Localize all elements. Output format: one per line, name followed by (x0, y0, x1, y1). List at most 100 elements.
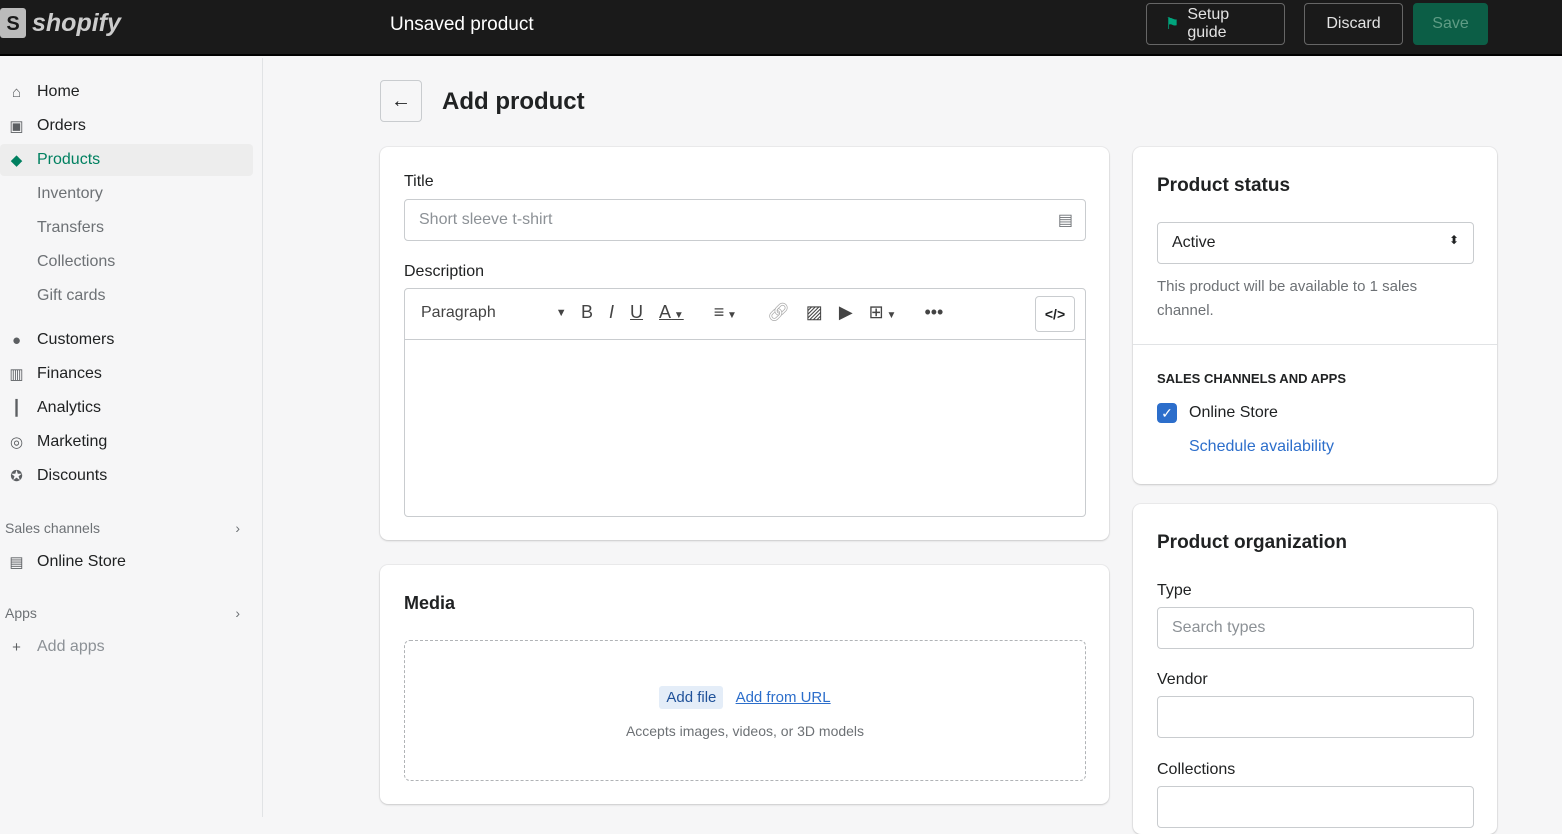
sidebar-item-finances[interactable]: ▥ Finances (0, 358, 253, 390)
discard-button[interactable]: Discard (1304, 3, 1403, 45)
media-card: Media Add file Add from URL Accepts imag… (380, 565, 1109, 804)
sidebar-item-online-store[interactable]: ▤ Online Store (0, 546, 253, 578)
chevron-right-icon: › (235, 605, 240, 621)
type-input[interactable]: Search types (1157, 607, 1474, 649)
media-hint: Accepts images, videos, or 3D models (625, 723, 865, 739)
text-color-icon[interactable]: A ▼ (659, 302, 684, 323)
save-button[interactable]: Save (1413, 3, 1488, 45)
label: Customers (37, 331, 115, 348)
tag-icon: ◆ (10, 151, 23, 169)
sidebar-item-home[interactable]: ⌂ Home (0, 76, 253, 108)
code-icon: </> (1044, 306, 1066, 322)
status-note: This product will be available to 1 sale… (1157, 278, 1418, 319)
underline-icon[interactable]: U (630, 302, 643, 323)
person-icon: ● (11, 331, 22, 349)
media-title: Media (404, 593, 456, 613)
title-input[interactable]: Short sleeve t-shirt ▤ (404, 199, 1086, 241)
shopify-bag-icon: S (0, 8, 26, 38)
value: Active (1172, 234, 1216, 251)
home-icon: ⌂ (11, 83, 22, 101)
table-icon[interactable]: ⊞ ▼ (869, 302, 897, 323)
back-button[interactable]: ← (380, 80, 422, 122)
sidebar-item-collections[interactable]: Collections (0, 246, 253, 278)
align-icon[interactable]: ≡ ▼ (714, 302, 737, 323)
add-file-button[interactable]: Add file (659, 686, 724, 709)
label: Online Store (37, 553, 126, 570)
status-select[interactable]: Active ⬍ (1157, 222, 1474, 264)
add-from-url-link[interactable]: Add from URL (736, 689, 831, 706)
arrow-left-icon: ← (391, 90, 411, 112)
label: Discounts (37, 467, 108, 484)
label: Home (37, 83, 80, 100)
link-icon[interactable]: 🔗︎ (767, 302, 790, 323)
status-title: Product status (1157, 175, 1291, 196)
label: Online Store (1189, 404, 1278, 421)
store-icon: ▤ (9, 553, 24, 571)
image-icon[interactable]: ▨ (806, 302, 823, 323)
divider (1133, 344, 1497, 345)
channels-heading: SALES CHANNELS AND APPS (1157, 371, 1347, 386)
sidebar-item-orders[interactable]: ▣ Orders (0, 110, 253, 142)
sidebar-item-customers[interactable]: ● Customers (0, 324, 253, 356)
brand: shopify (32, 8, 121, 37)
label: Orders (37, 117, 86, 134)
online-store-checkbox[interactable]: ✓ Online Store (1157, 403, 1278, 423)
bar-chart-icon: ┃ (11, 399, 22, 417)
page-title: Add product (442, 88, 585, 115)
bold-icon[interactable]: B (581, 302, 593, 323)
video-icon[interactable]: ▶ (839, 302, 853, 323)
product-organization-card: Product organization Type Search types V… (1133, 504, 1497, 834)
collections-label: Collections (1157, 761, 1236, 778)
vendor-label: Vendor (1157, 671, 1208, 688)
orders-icon: ▣ (9, 117, 24, 135)
label: Paragraph (421, 304, 496, 321)
description-label: Description (404, 263, 485, 280)
autofill-card-icon: ▤ (1057, 212, 1073, 229)
sidebar-item-inventory[interactable]: Inventory (0, 178, 253, 210)
label: Products (37, 151, 101, 168)
more-icon[interactable]: ••• (924, 302, 943, 323)
label: Add apps (37, 638, 105, 655)
discount-icon: ✪ (10, 467, 23, 485)
sales-channels-header[interactable]: Sales channels › (5, 520, 240, 536)
code-view-button[interactable]: </> (1035, 296, 1075, 332)
paragraph-select[interactable]: Paragraph ▼ (421, 304, 567, 322)
description-editor[interactable]: Paragraph ▼ BIU A ▼ ≡ ▼ 🔗︎ ▨ ▶ ⊞ ▼ ••• </> (404, 288, 1086, 517)
plus-icon: + (12, 638, 21, 656)
sidebar-item-discounts[interactable]: ✪ Discounts (0, 460, 253, 492)
chevron-right-icon: › (235, 520, 240, 536)
label: Finances (37, 365, 102, 382)
italic-icon[interactable]: I (609, 302, 614, 323)
flag-icon: ⚑ (1165, 16, 1180, 33)
placeholder: Short sleeve t-shirt (419, 211, 553, 228)
select-arrows-icon: ⬍ (1448, 233, 1459, 247)
title-description-card: Title Short sleeve t-shirt ▤ Description … (380, 147, 1109, 540)
title-label: Title (404, 173, 434, 190)
sidebar-item-add-apps[interactable]: + Add apps (0, 631, 253, 663)
type-label: Type (1157, 582, 1192, 599)
organization-title: Product organization (1157, 532, 1347, 553)
vendor-input[interactable] (1157, 696, 1474, 738)
sidebar-item-gift-cards[interactable]: Gift cards (0, 280, 253, 312)
apps-header[interactable]: Apps › (5, 605, 240, 621)
checkmark-icon: ✓ (1157, 403, 1177, 423)
label: Apps (5, 605, 37, 621)
setup-guide-button[interactable]: ⚑ Setup guide (1146, 3, 1285, 45)
sidebar-item-analytics[interactable]: ┃ Analytics (0, 392, 253, 424)
setup-guide-label: Setup guide (1187, 6, 1230, 41)
placeholder: Search types (1172, 619, 1266, 636)
caret-down-icon: ▼ (555, 307, 567, 319)
product-status-card: Product status Active ⬍ This product will… (1133, 147, 1497, 484)
target-icon: ◎ (9, 433, 24, 451)
collections-input[interactable] (1157, 786, 1474, 828)
sidebar: ⌂ Home ▣ Orders ◆ Products Inventory Transf… (0, 58, 263, 817)
shopify-logo[interactable]: Sshopify (0, 8, 121, 38)
media-dropzone[interactable]: Add file Add from URL Accepts images, vi… (404, 640, 1086, 781)
sidebar-item-products[interactable]: ◆ Products (0, 144, 253, 176)
editor-toolbar: Paragraph ▼ BIU A ▼ ≡ ▼ 🔗︎ ▨ ▶ ⊞ ▼ ••• </> (405, 289, 1085, 340)
page-status-title: Unsaved product (390, 14, 534, 35)
label: Sales channels (5, 520, 100, 536)
sidebar-item-transfers[interactable]: Transfers (0, 212, 253, 244)
sidebar-item-marketing[interactable]: ◎ Marketing (0, 426, 253, 458)
schedule-availability-link[interactable]: Schedule availability (1189, 438, 1334, 456)
